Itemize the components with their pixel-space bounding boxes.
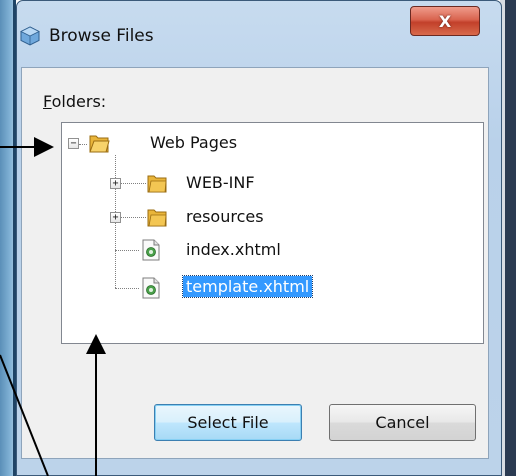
annotation-arrows: [0, 137, 106, 476]
annotation-line-diagonal: [0, 354, 49, 476]
